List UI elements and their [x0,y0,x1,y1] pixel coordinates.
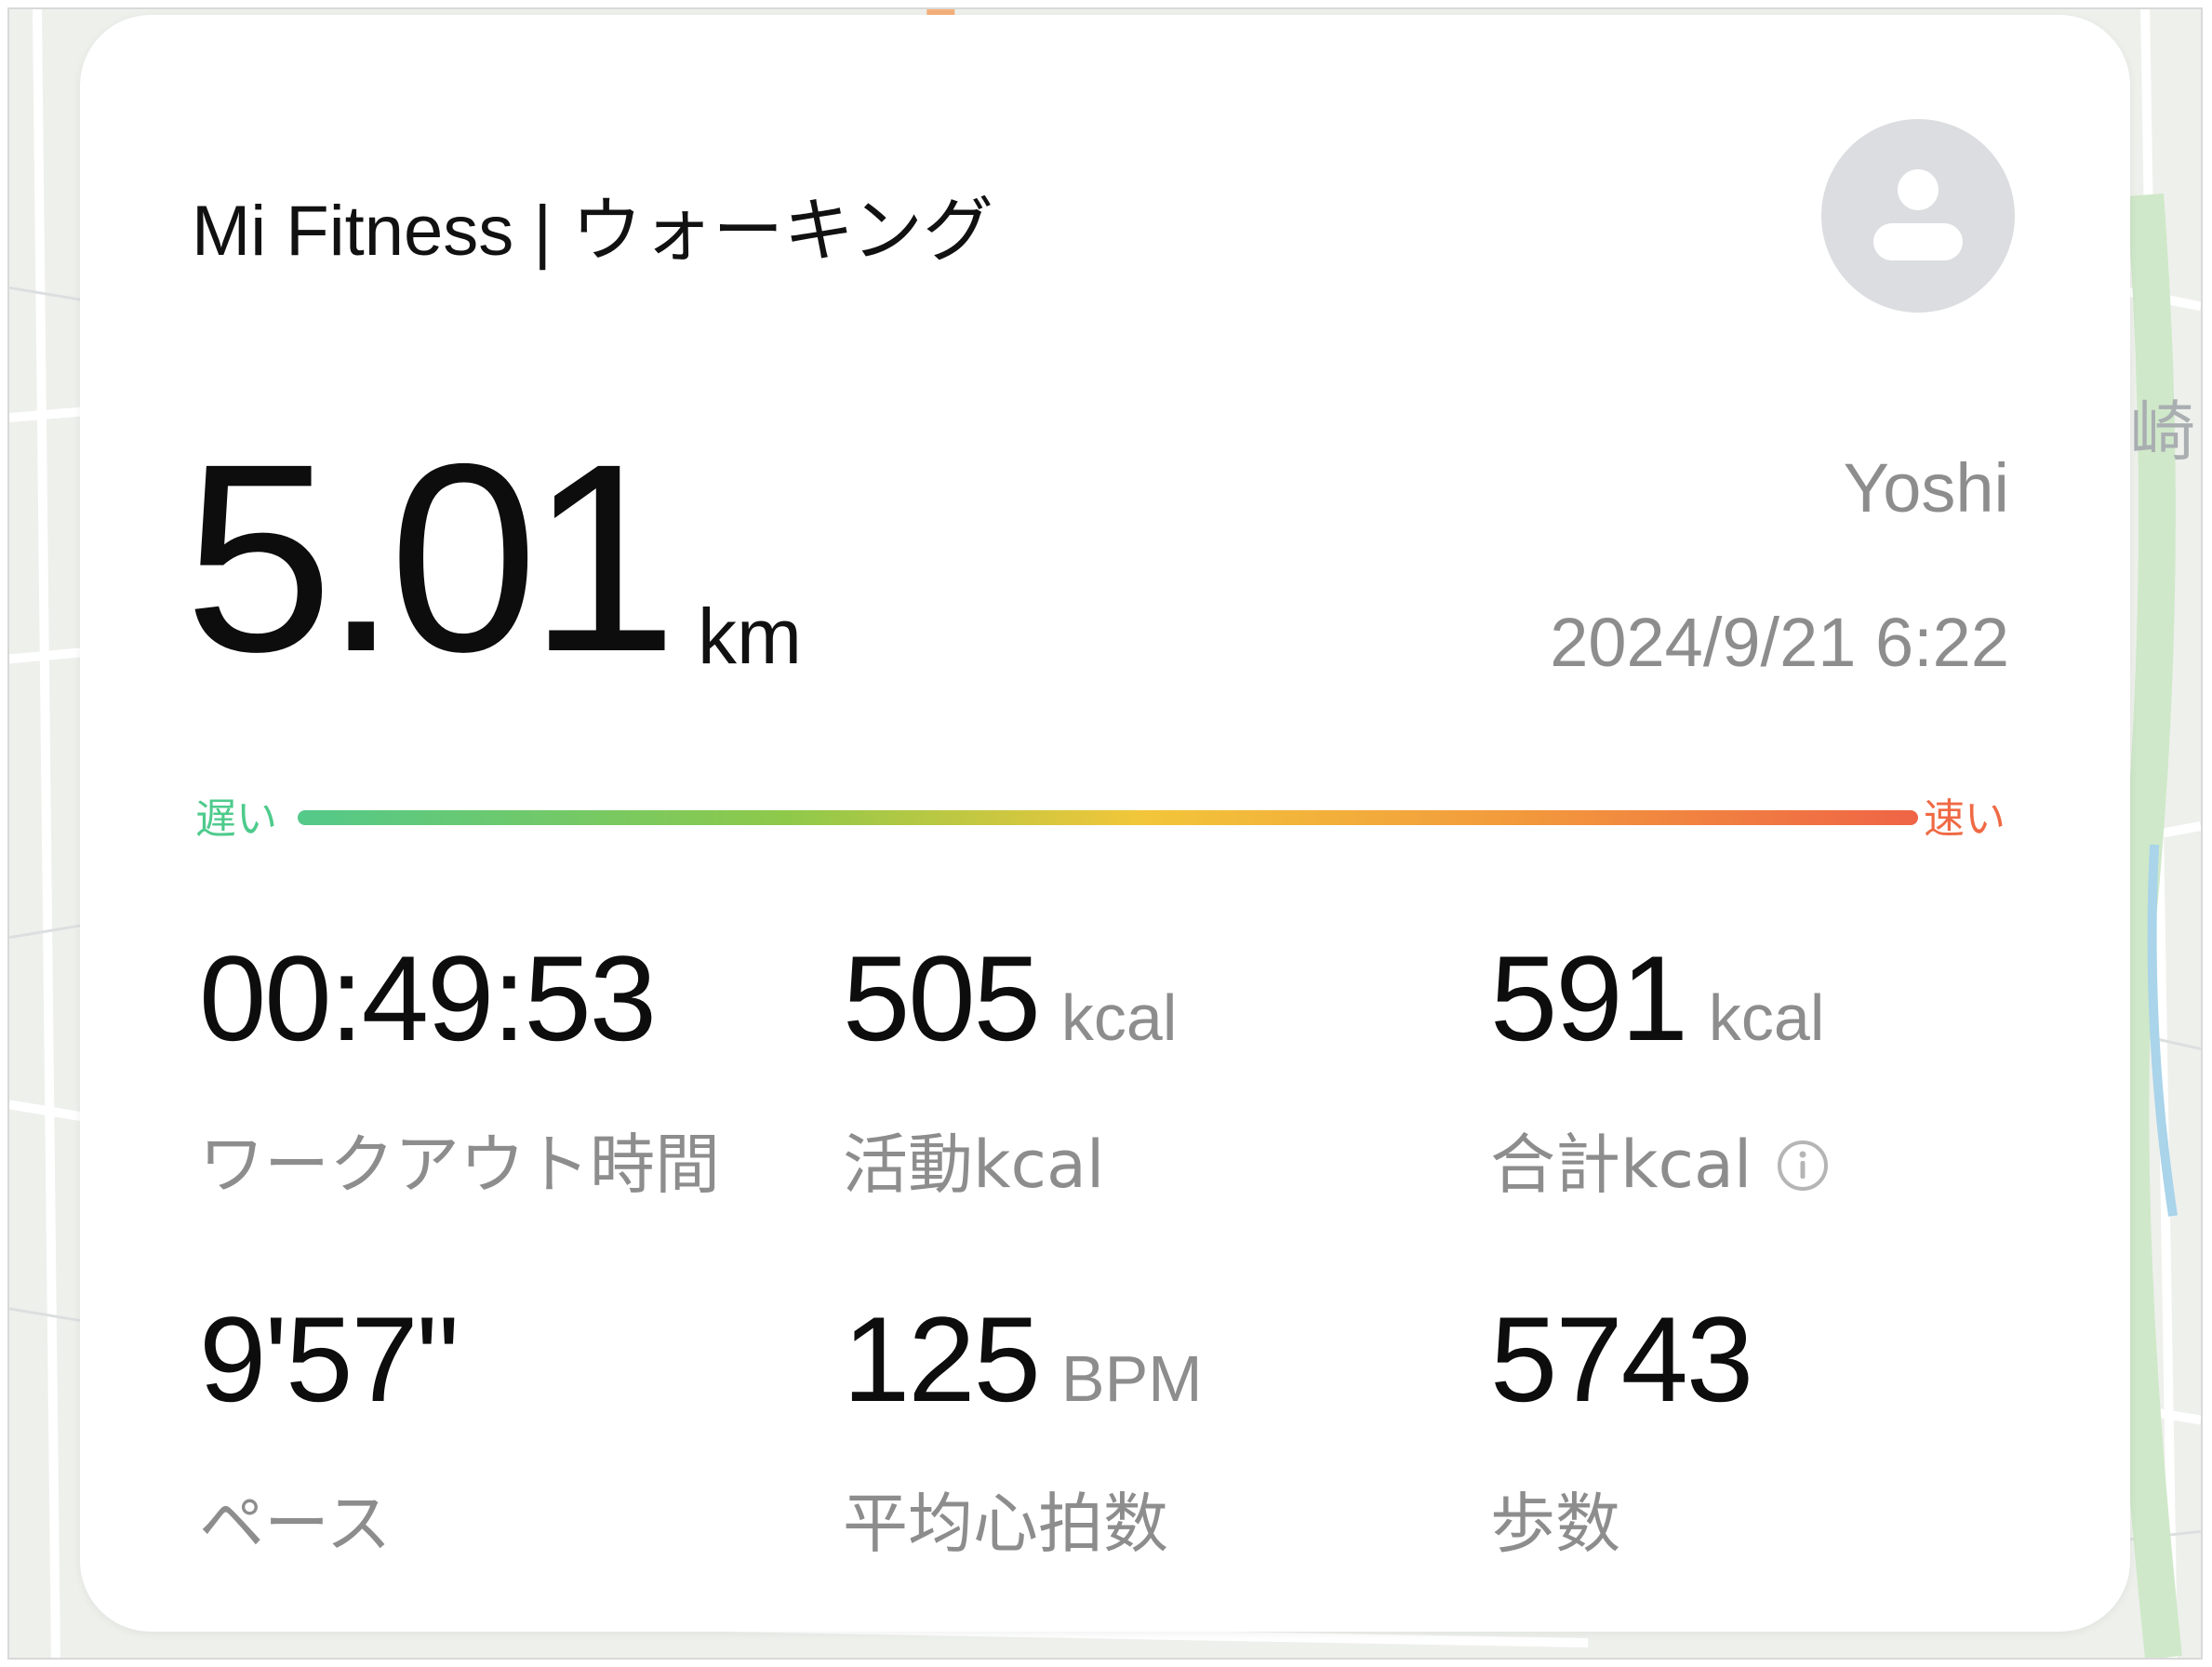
total-kcal-label: 合計kcal [1490,1127,1752,1203]
total-kcal-unit: kcal [1708,981,1825,1054]
pace-fast-label: 速い [1924,795,2005,843]
active-kcal-stat: 505 kcal [843,938,1177,1078]
active-kcal-label: 活動kcal [843,1127,1105,1203]
steps-value: 5743 [1490,1291,1753,1427]
total-kcal-value: 591 [1490,930,1688,1066]
total-kcal-stat: 591 kcal [1490,938,1824,1078]
workout-summary-card: Mi Fitness | ウォーキング 5.01 km Yoshi 2024/9… [80,15,2130,1632]
distance-value: 5.01 [184,408,678,708]
user-name: Yoshi [1843,449,2009,527]
map-place-label: 崎 [2130,393,2195,470]
distance-unit: km [698,593,802,680]
info-circle-icon[interactable] [1776,1139,1830,1193]
workout-time-label: ワークアウト時間 [199,1127,720,1203]
app-title: Mi Fitness | ウォーキング [192,192,993,271]
active-kcal-unit: kcal [1060,981,1178,1054]
pace-slow-label: 遅い [195,795,277,843]
total-kcal-label-row: 合計kcal [1490,1113,1830,1207]
workout-datetime: 2024/9/21 6:22 [1550,604,2009,681]
avg-heart-rate-label: 平均心拍数 [843,1486,1168,1562]
avg-heart-rate-value: 125 [843,1291,1041,1427]
pace-value: 9'57" [199,1291,460,1427]
workout-time-value: 00:49:53 [199,930,657,1066]
steps-label: 歩数 [1490,1486,1620,1562]
user-avatar-icon[interactable] [1821,119,2015,313]
avg-heart-rate-unit: BPM [1060,1342,1203,1415]
active-kcal-value: 505 [843,930,1041,1066]
pace-label: ペース [199,1486,392,1562]
pace-gradient-bar [298,810,1918,825]
avg-heart-rate-stat: 125 BPM [843,1299,1203,1439]
